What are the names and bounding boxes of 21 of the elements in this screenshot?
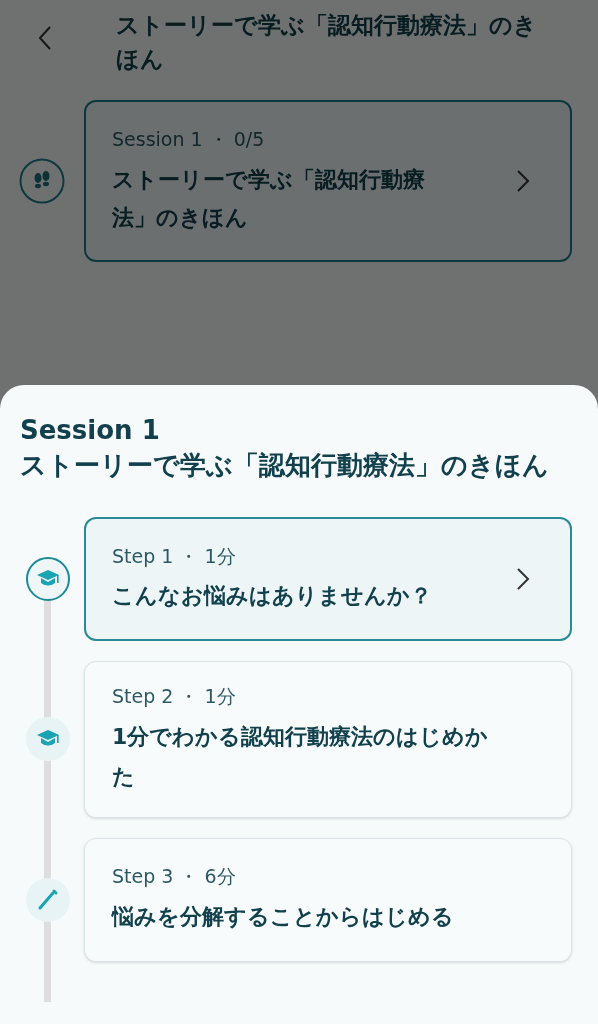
step-card[interactable]: Step 1 ・ 1分 こんなお悩みはありませんか？: [84, 517, 572, 641]
step-meta: Step 3 ・ 6分: [112, 864, 237, 890]
sheet-subtitle: ストーリーで学ぶ「認知行動療法」のきほん: [20, 449, 550, 482]
step-title: 悩みを分解することからはじめる: [112, 902, 455, 931]
chevron-right-icon: [516, 567, 530, 591]
step-title: こんなお悩みはありませんか？: [112, 582, 433, 611]
graduation-cap-icon: [26, 717, 70, 762]
sheet-title: Session 1: [20, 414, 161, 447]
step-title: 1分でわかる認知行動療法のはじめかた: [112, 722, 490, 791]
step-card[interactable]: Step 3 ・ 6分 悩みを分解することからはじめる: [84, 837, 572, 962]
chevron-right-icon: [516, 169, 530, 193]
footprints-icon: [19, 158, 65, 204]
page-title: ストーリーで学ぶ「認知行動療法」のきほん: [116, 11, 538, 74]
step-card[interactable]: Step 2 ・ 1分 1分でわかる認知行動療法のはじめかた: [84, 661, 572, 818]
session-meta: Session 1 ・ 0/5: [112, 126, 266, 152]
session-title: ストーリーで学ぶ「認知行動療法」のきほん: [112, 166, 426, 233]
chevron-left-icon: [37, 25, 53, 51]
pencil-icon: [26, 877, 70, 922]
graduation-cap-icon: [26, 557, 70, 601]
step-meta: Step 1 ・ 1分: [112, 543, 237, 569]
step-meta: Step 2 ・ 1分: [112, 684, 237, 709]
